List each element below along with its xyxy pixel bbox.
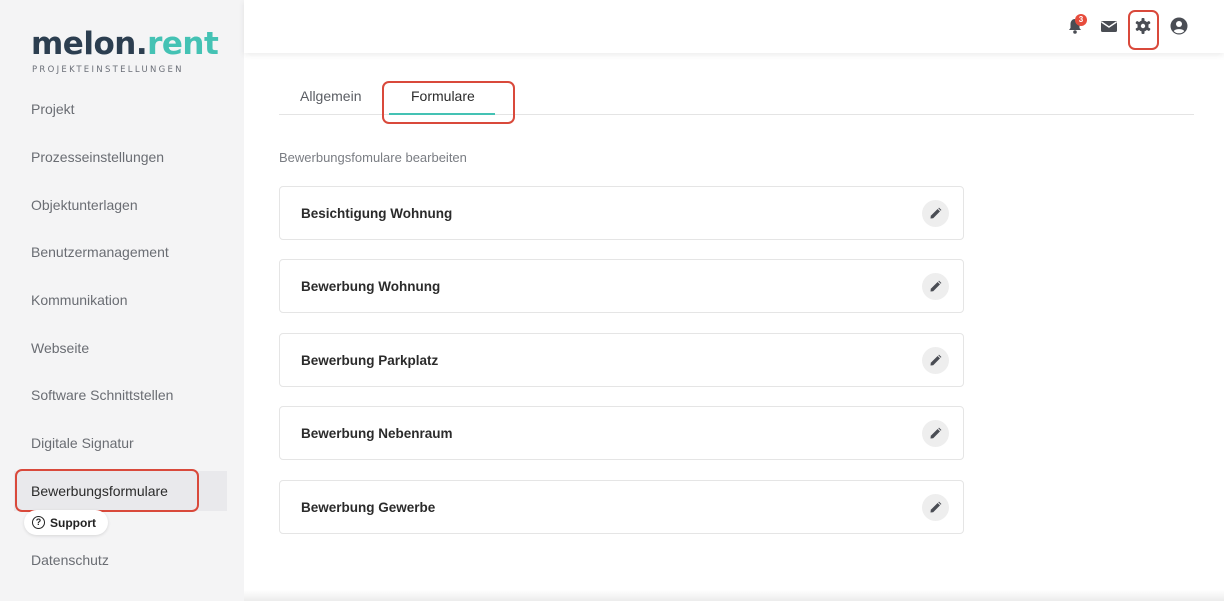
bottom-edge bbox=[244, 590, 1224, 601]
form-card[interactable]: Besichtigung Wohnung bbox=[279, 186, 964, 240]
form-card[interactable]: Bewerbung Nebenraum bbox=[279, 406, 964, 460]
edit-button[interactable] bbox=[922, 200, 949, 227]
edit-button[interactable] bbox=[922, 494, 949, 521]
form-card-label: Bewerbung Parkplatz bbox=[301, 353, 439, 368]
tab-allgemein[interactable]: Allgemein bbox=[300, 88, 361, 104]
support-button[interactable]: ? Support bbox=[24, 510, 108, 535]
tab-formulare[interactable]: Formulare bbox=[411, 88, 475, 104]
form-card-label: Besichtigung Wohnung bbox=[301, 206, 453, 221]
pencil-icon bbox=[930, 501, 942, 513]
form-card-label: Bewerbung Nebenraum bbox=[301, 426, 453, 441]
edit-button[interactable] bbox=[922, 347, 949, 374]
support-label: Support bbox=[50, 515, 96, 530]
edit-button[interactable] bbox=[922, 273, 949, 300]
notification-badge: 3 bbox=[1075, 14, 1087, 26]
edit-button[interactable] bbox=[922, 420, 949, 447]
logo-text-main: melon. bbox=[31, 26, 148, 62]
form-card-label: Bewerbung Wohnung bbox=[301, 279, 441, 294]
sidebar-item-software-schnittstellen[interactable]: Software Schnittstellen bbox=[14, 375, 227, 415]
user-circle-icon[interactable] bbox=[1170, 17, 1188, 35]
pencil-icon bbox=[930, 207, 942, 219]
sidebar-item-bewerbungsformulare[interactable]: Bewerbungsformulare bbox=[14, 471, 227, 511]
pencil-icon bbox=[930, 280, 942, 292]
sidebar-item-webseite[interactable]: Webseite bbox=[14, 328, 227, 368]
question-circle-icon: ? bbox=[32, 516, 45, 529]
form-card-label: Bewerbung Gewerbe bbox=[301, 500, 436, 515]
form-card[interactable]: Bewerbung Gewerbe bbox=[279, 480, 964, 534]
form-card[interactable]: Bewerbung Wohnung bbox=[279, 259, 964, 313]
logo[interactable]: melon.rent bbox=[31, 26, 219, 62]
tab-active-indicator bbox=[389, 113, 495, 115]
section-title: Bewerbungsfomulare bearbeiten bbox=[279, 150, 467, 165]
sidebar-item-kommunikation[interactable]: Kommunikation bbox=[14, 280, 227, 320]
sidebar-item-benutzermanagement[interactable]: Benutzermanagement bbox=[14, 232, 227, 272]
sidebar-item-digitale-signatur[interactable]: Digitale Signatur bbox=[14, 423, 227, 463]
sidebar-item-projekt[interactable]: Projekt bbox=[14, 89, 227, 129]
pencil-icon bbox=[930, 427, 942, 439]
form-card[interactable]: Bewerbung Parkplatz bbox=[279, 333, 964, 387]
pencil-icon bbox=[930, 354, 942, 366]
sidebar-item-datenschutz[interactable]: Datenschutz bbox=[14, 540, 227, 580]
gear-icon[interactable] bbox=[1134, 17, 1152, 35]
mail-icon[interactable] bbox=[1100, 17, 1118, 35]
sidebar-item-objektunterlagen[interactable]: Objektunterlagen bbox=[14, 185, 227, 225]
logo-text-accent: rent bbox=[147, 26, 219, 62]
sidebar-item-prozesseinstellungen[interactable]: Prozesseinstellungen bbox=[14, 137, 227, 177]
logo-subtitle: PROJEKTEINSTELLUNGEN bbox=[32, 65, 184, 75]
